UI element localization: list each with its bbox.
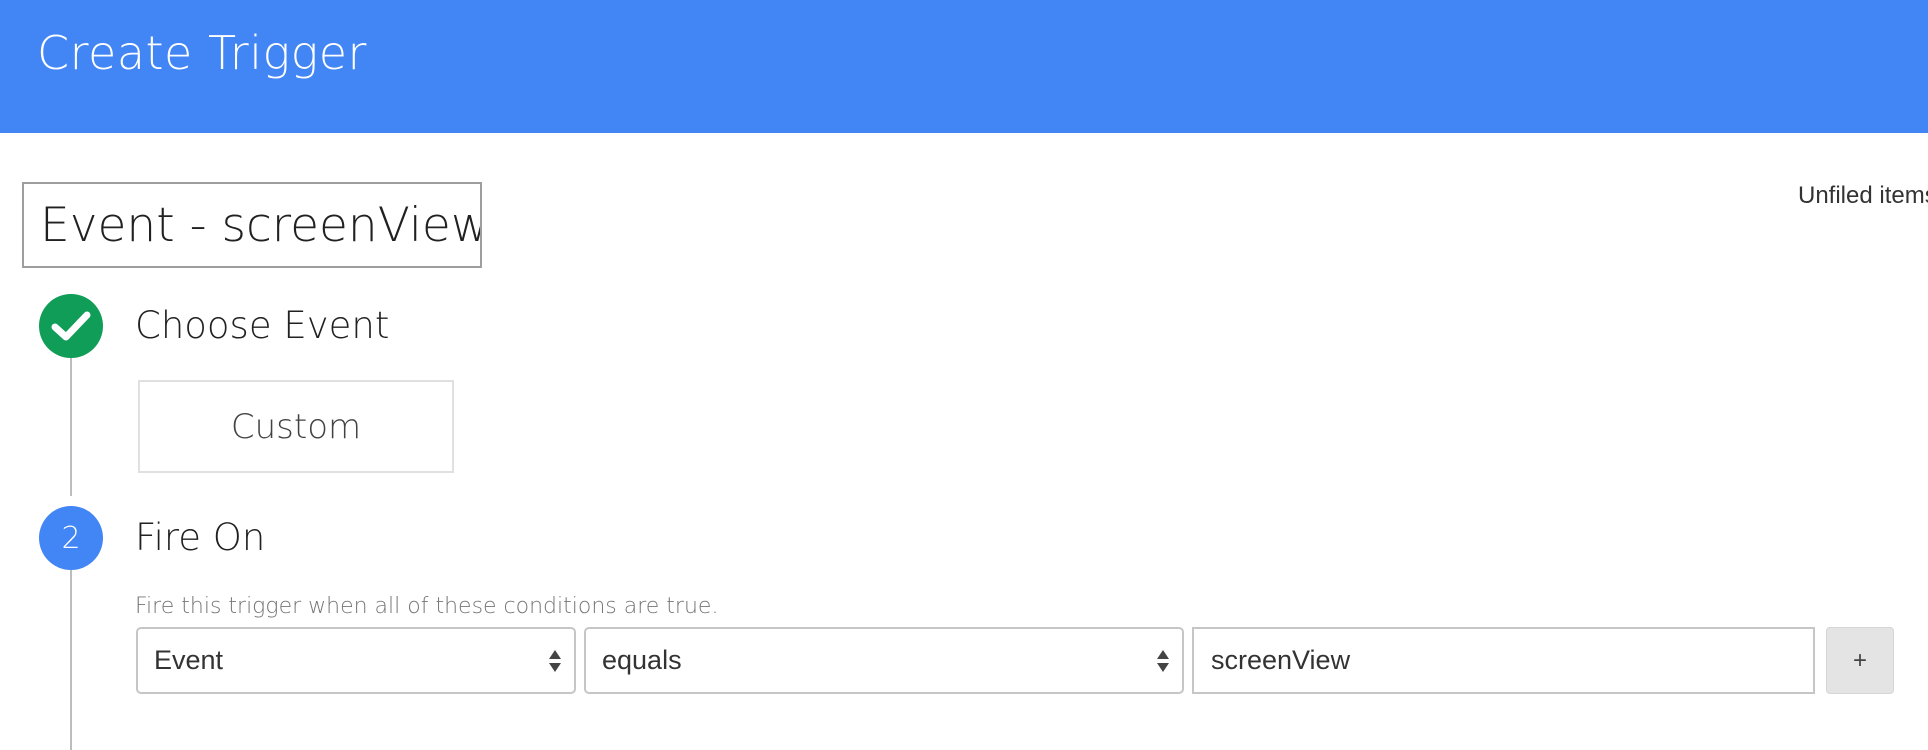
page-header: Create Trigger [0,0,1928,133]
step-connector-line [70,358,72,496]
folder-label[interactable]: Unfiled items [1798,182,1928,210]
step-connector-line [70,570,72,750]
step-number-badge: 2 [39,506,103,570]
add-condition-button[interactable]: + [1826,627,1894,694]
condition-value-text: screenView [1211,645,1351,675]
step-title-choose-event[interactable]: Choose Event [135,304,389,347]
trigger-name-input[interactable] [22,182,482,268]
step-title-fire-on[interactable]: Fire On [135,516,265,559]
condition-variable-select[interactable]: Event [136,627,576,694]
condition-operator-select[interactable]: equals [584,627,1184,694]
checkmark-icon [51,311,91,341]
select-arrows-icon [549,649,561,672]
step-complete-badge [39,294,103,358]
event-type-button[interactable]: Custom [138,380,454,473]
condition-variable-value: Event [154,645,224,675]
condition-operator-value: equals [602,645,682,675]
conditions-hint: Fire this trigger when all of these cond… [135,594,719,619]
condition-value-input[interactable]: screenView [1192,627,1815,694]
select-arrows-icon [1157,649,1169,672]
page-title: Create Trigger [37,26,367,80]
